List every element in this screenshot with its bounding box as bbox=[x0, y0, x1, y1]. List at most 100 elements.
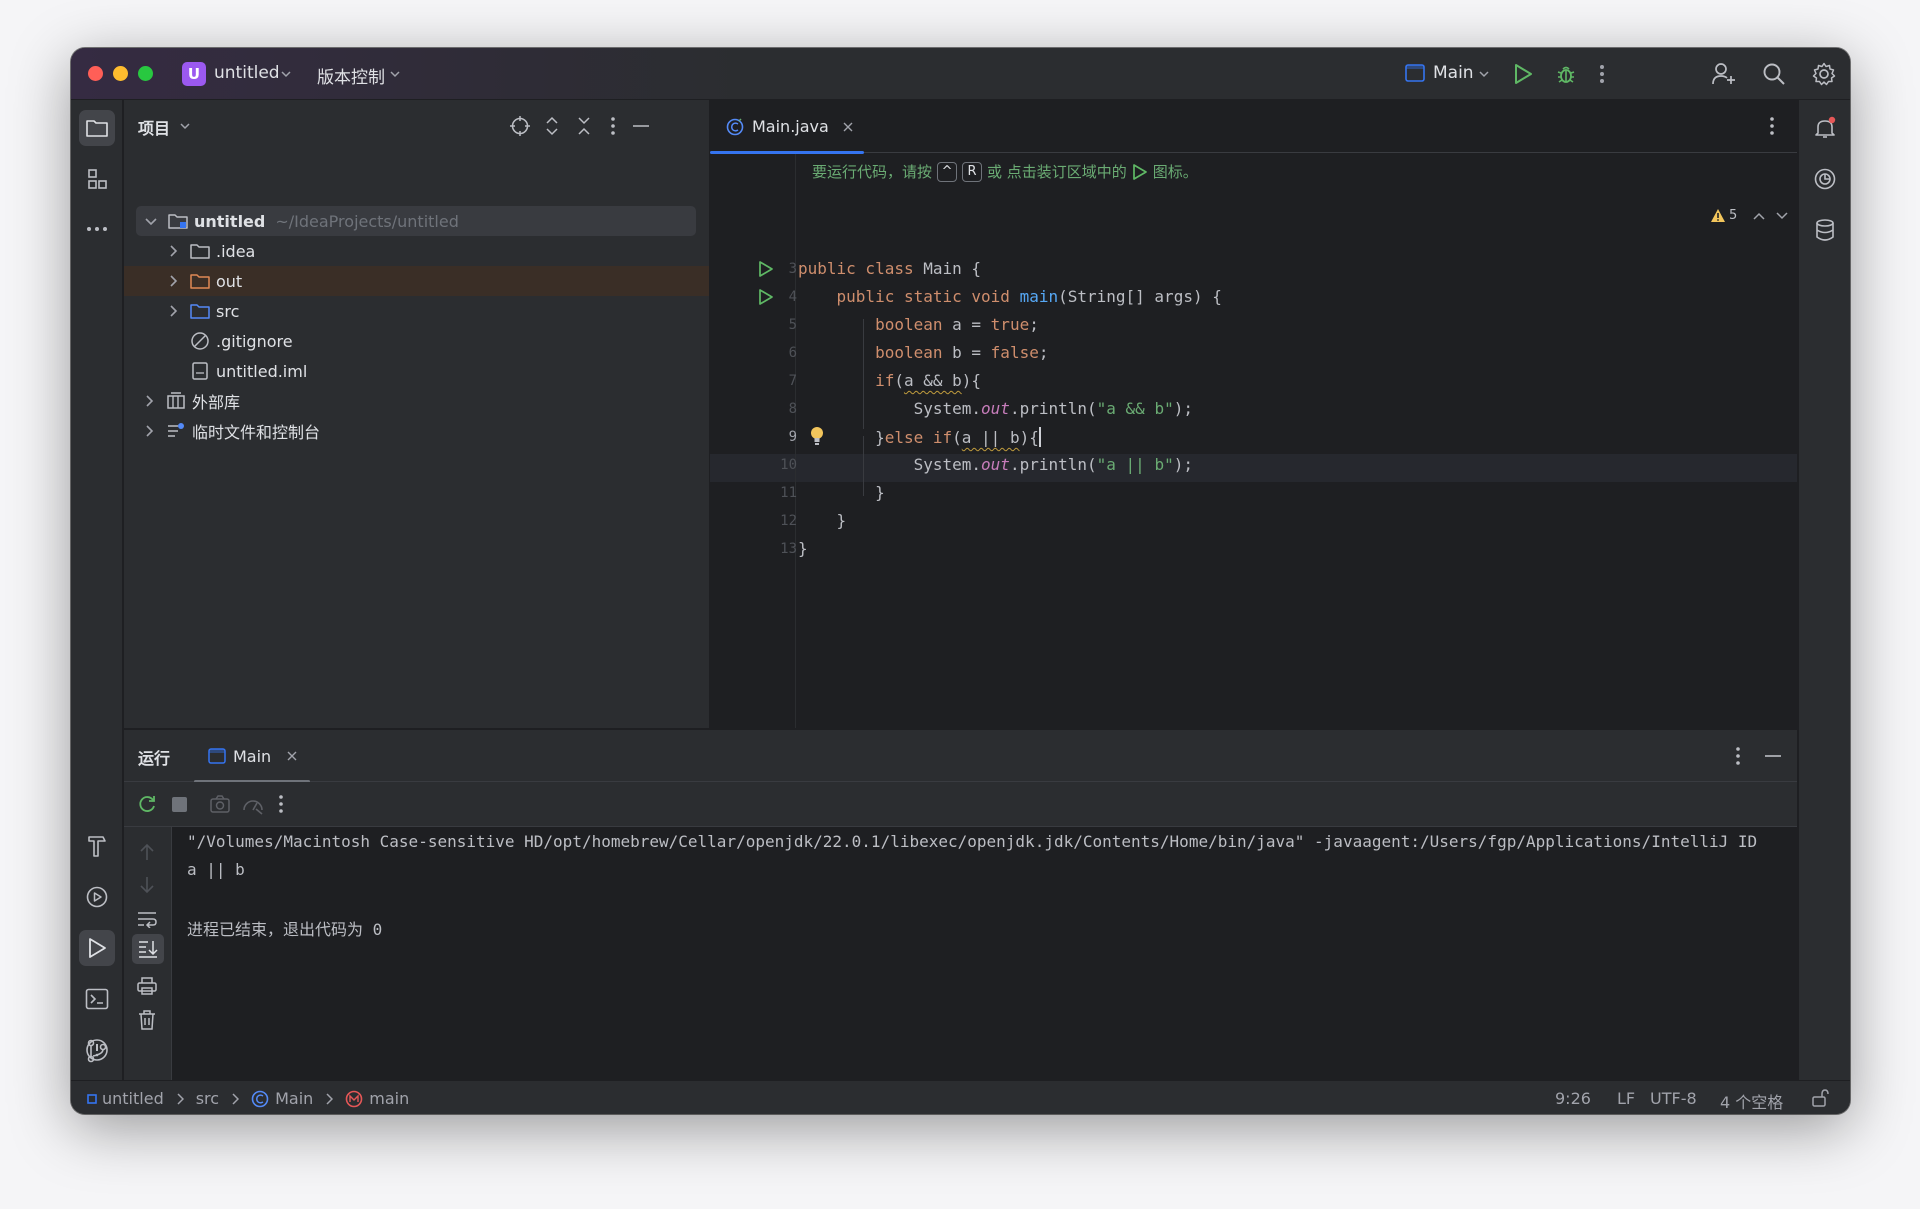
terminal-tool-button[interactable] bbox=[79, 981, 115, 1017]
stop-icon[interactable] bbox=[172, 797, 187, 812]
code-line-9[interactable]: }else if(a || b){ bbox=[798, 427, 1041, 447]
more-vertical-icon[interactable] bbox=[1769, 116, 1775, 136]
code-line-10[interactable]: System.out.println("a || b"); bbox=[798, 455, 1193, 474]
project-tool-button[interactable] bbox=[79, 110, 115, 146]
more-vertical-icon[interactable] bbox=[278, 794, 284, 814]
console-line: a || b bbox=[187, 860, 245, 879]
code-line-13[interactable]: } bbox=[798, 539, 808, 558]
close-tab-icon[interactable] bbox=[843, 122, 853, 132]
code-token: System. bbox=[913, 399, 982, 418]
build-tool-button[interactable] bbox=[79, 828, 115, 864]
collapse-all-icon[interactable] bbox=[577, 116, 591, 136]
tree-item-iml[interactable]: untitled.iml bbox=[124, 356, 709, 386]
code-line-11[interactable]: } bbox=[798, 483, 885, 502]
minimize-panel-icon[interactable] bbox=[1765, 755, 1781, 757]
chevron-up-icon[interactable] bbox=[1753, 212, 1765, 220]
code-line-5[interactable]: boolean a = true; bbox=[798, 315, 1039, 334]
caret-position[interactable]: 9:26 bbox=[1555, 1089, 1591, 1108]
line-number: 7 bbox=[788, 373, 797, 389]
more-vertical-icon[interactable] bbox=[1735, 746, 1741, 766]
run-config-selector[interactable]: Main bbox=[1433, 63, 1474, 83]
minimize-window-button[interactable] bbox=[113, 66, 128, 81]
close-window-button[interactable] bbox=[88, 66, 103, 81]
camera-icon[interactable] bbox=[210, 795, 230, 813]
run-tab-main[interactable]: Main bbox=[194, 730, 310, 783]
chevron-right-icon[interactable] bbox=[142, 424, 156, 438]
scroll-to-end-button[interactable] bbox=[132, 934, 164, 964]
code-token: boolean bbox=[875, 315, 943, 334]
run-tab-label: Main bbox=[233, 746, 272, 766]
ai-assistant-button[interactable] bbox=[1807, 161, 1843, 197]
rerun-icon[interactable] bbox=[137, 794, 157, 814]
tab-main-java[interactable]: Main.java bbox=[710, 100, 864, 154]
trash-icon[interactable] bbox=[138, 1010, 156, 1030]
settings-gear-icon[interactable] bbox=[1812, 62, 1836, 86]
code-line-6[interactable]: boolean b = false; bbox=[798, 343, 1048, 362]
code-line-7[interactable]: if(a && b){ bbox=[798, 371, 981, 390]
zoom-window-button[interactable] bbox=[138, 66, 153, 81]
profiler-icon[interactable] bbox=[242, 795, 264, 815]
breadcrumb-item[interactable]: untitled bbox=[102, 1089, 164, 1108]
search-icon[interactable] bbox=[1762, 62, 1786, 86]
code-line-4[interactable]: public static void main(String[] args) { bbox=[798, 287, 1222, 306]
minimize-panel-icon[interactable] bbox=[633, 125, 649, 127]
project-switcher[interactable]: untitled bbox=[214, 63, 280, 83]
tree-item-out[interactable]: out bbox=[124, 266, 709, 296]
more-vertical-icon[interactable] bbox=[610, 116, 616, 136]
gutter-run-main-icon[interactable] bbox=[758, 288, 774, 306]
expand-all-icon[interactable] bbox=[545, 116, 559, 136]
arrow-down-icon[interactable] bbox=[139, 876, 155, 894]
print-icon[interactable] bbox=[137, 977, 157, 995]
tree-item-src[interactable]: src bbox=[124, 296, 709, 326]
tree-item-scratches[interactable]: 临时文件和控制台 bbox=[124, 416, 709, 446]
more-vertical-icon[interactable] bbox=[1599, 63, 1605, 85]
gutter bbox=[710, 154, 796, 728]
more-tools-button[interactable] bbox=[79, 211, 115, 247]
lock-open-icon[interactable] bbox=[1811, 1089, 1829, 1107]
indent-setting[interactable]: 4 个空格 bbox=[1720, 1089, 1783, 1113]
locate-icon[interactable] bbox=[510, 116, 530, 136]
git-tool-button[interactable] bbox=[79, 1033, 115, 1069]
code-line-3[interactable]: public class Main { bbox=[798, 259, 981, 278]
breadcrumb-item[interactable]: Main bbox=[275, 1089, 313, 1108]
tree-item-label: out bbox=[216, 271, 243, 291]
module-folder-icon bbox=[168, 211, 188, 231]
breadcrumb-item[interactable]: src bbox=[196, 1089, 219, 1108]
warning-icon[interactable] bbox=[1710, 208, 1726, 223]
chevron-right-icon[interactable] bbox=[166, 244, 180, 258]
chevron-down-icon bbox=[281, 69, 291, 79]
structure-tool-button[interactable] bbox=[79, 161, 115, 197]
arrow-up-icon[interactable] bbox=[139, 843, 155, 861]
code-token: out bbox=[981, 455, 1010, 474]
chevron-right-icon[interactable] bbox=[166, 304, 180, 318]
database-button[interactable] bbox=[1807, 212, 1843, 248]
line-separator[interactable]: LF bbox=[1617, 1089, 1635, 1108]
add-user-icon[interactable] bbox=[1711, 62, 1737, 86]
code-line-8[interactable]: System.out.println("a && b"); bbox=[798, 399, 1193, 418]
soft-wrap-icon[interactable] bbox=[137, 910, 157, 928]
gutter-run-class-icon[interactable] bbox=[758, 260, 774, 278]
breadcrumb-item[interactable]: main bbox=[369, 1089, 409, 1108]
chevron-right-icon[interactable] bbox=[166, 274, 180, 288]
code-line-12[interactable]: } bbox=[798, 511, 847, 530]
chevron-down-icon[interactable] bbox=[180, 121, 190, 131]
tree-item-root[interactable]: untitled ~/IdeaProjects/untitled bbox=[136, 206, 696, 236]
notifications-button[interactable] bbox=[1807, 110, 1843, 146]
debug-icon[interactable] bbox=[1555, 63, 1577, 85]
chevron-down-icon[interactable] bbox=[1776, 212, 1788, 220]
run-tool-button[interactable] bbox=[79, 930, 115, 966]
tree-item-external-libs[interactable]: 外部库 bbox=[124, 386, 709, 416]
project-panel-title[interactable]: 项目 bbox=[138, 115, 170, 139]
vcs-menu[interactable]: 版本控制 bbox=[317, 63, 385, 88]
services-tool-button[interactable] bbox=[79, 879, 115, 915]
warning-count[interactable]: 5 bbox=[1729, 208, 1737, 223]
run-icon[interactable] bbox=[1513, 63, 1533, 85]
console-output[interactable]: "/Volumes/Macintosh Case-sensitive HD/op… bbox=[172, 827, 1797, 1081]
project-badge[interactable]: U bbox=[182, 62, 206, 86]
file-encoding[interactable]: UTF-8 bbox=[1650, 1089, 1697, 1108]
close-tab-icon[interactable] bbox=[287, 751, 297, 761]
tree-item-gitignore[interactable]: .gitignore bbox=[124, 326, 709, 356]
tree-item-idea[interactable]: .idea bbox=[124, 236, 709, 266]
chevron-right-icon[interactable] bbox=[142, 394, 156, 408]
chevron-down-icon[interactable] bbox=[144, 214, 158, 228]
